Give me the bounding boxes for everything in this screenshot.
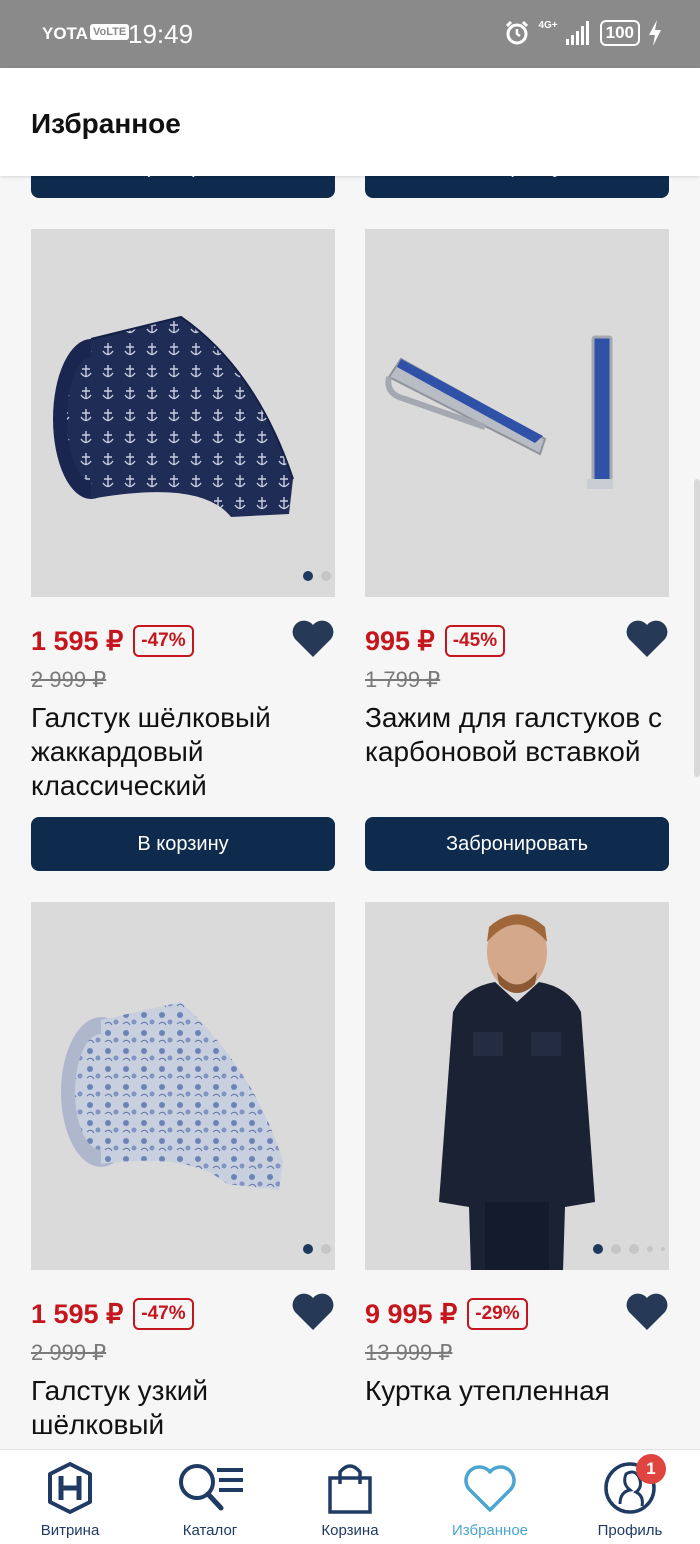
- old-price: 2 999 ₽: [31, 1340, 107, 1365]
- bottom-nav: Витрина Каталог Корзина Избранное 1 Проф…: [0, 1449, 700, 1544]
- product-card[interactable]: 9 995 ₽ -29% 13 999 ₽ Куртка утепленная: [365, 902, 669, 1406]
- nav-item-vitrina[interactable]: Витрина: [0, 1450, 140, 1544]
- discount-badge: -47%: [133, 625, 194, 657]
- add-to-cart-button[interactable]: В корзину: [365, 176, 669, 198]
- floral-tie-image: [61, 1002, 283, 1190]
- favorite-heart-icon[interactable]: [291, 1292, 335, 1332]
- product-image[interactable]: [365, 902, 669, 1270]
- price: 9 995 ₽: [365, 1298, 458, 1329]
- favorite-heart-icon[interactable]: [625, 1292, 669, 1332]
- logo-h-icon: [48, 1462, 92, 1514]
- product-title[interactable]: Галстук шёлковый жаккардовый классически…: [31, 701, 331, 803]
- price: 995 ₽: [365, 625, 435, 656]
- old-price: 1 799 ₽: [365, 667, 441, 692]
- nav-label: Избранное: [451, 1522, 529, 1539]
- pager-dot[interactable]: [629, 1244, 639, 1254]
- old-price: 13 999 ₽: [365, 1340, 453, 1365]
- image-pager[interactable]: [593, 1244, 665, 1254]
- signal-icon: [565, 21, 589, 45]
- nav-item-favorites[interactable]: Избранное: [420, 1450, 560, 1544]
- product-card[interactable]: 1 595 ₽ -47% 2 999 ₽ Галстук шёлковый жа…: [31, 229, 335, 871]
- discount-badge: -45%: [444, 625, 506, 657]
- network-type: 4G+: [538, 19, 558, 31]
- image-pager[interactable]: [303, 1244, 331, 1254]
- product-title[interactable]: Галстук узкий шёлковый: [31, 1374, 331, 1442]
- product-image[interactable]: [31, 902, 335, 1270]
- pager-dot[interactable]: [647, 1246, 653, 1252]
- nav-label: Каталог: [182, 1522, 238, 1539]
- battery-indicator: 100: [599, 20, 640, 46]
- image-pager[interactable]: [303, 571, 331, 581]
- favorites-list[interactable]: Забронировать В корзину: [0, 176, 700, 1449]
- heart-icon: [464, 1465, 516, 1512]
- pager-dot[interactable]: [661, 1247, 665, 1251]
- carrier-label: YOTA: [42, 24, 88, 43]
- status-icons: 4G+ 100: [504, 20, 662, 46]
- nav-item-cart[interactable]: Корзина: [280, 1450, 420, 1544]
- clock: 19:49: [128, 19, 194, 49]
- pager-dot[interactable]: [321, 571, 331, 581]
- charging-icon: [649, 20, 661, 46]
- price: 1 595 ₽: [31, 1298, 124, 1329]
- discount-badge: -29%: [467, 1298, 528, 1330]
- old-price: 2 999 ₽: [31, 667, 107, 692]
- nav-label: Корзина: [321, 1522, 379, 1539]
- add-to-cart-button[interactable]: В корзину: [31, 817, 335, 871]
- alarm-icon: [506, 20, 529, 45]
- reserve-button[interactable]: Забронировать: [365, 817, 669, 871]
- price-row: 9 995 ₽ -29%: [365, 1298, 528, 1330]
- product-image[interactable]: [31, 229, 335, 597]
- scrollbar[interactable]: [694, 479, 700, 777]
- catalog-search-icon: [179, 1464, 243, 1511]
- product-title[interactable]: Зажим для галстуков с карбоновой вставко…: [365, 701, 665, 769]
- status-bar: YOTA VoLTE 19:49 4G+ 100: [0, 0, 700, 68]
- page-header: Избранное: [0, 68, 700, 176]
- favorite-heart-icon[interactable]: [291, 619, 335, 659]
- price: 1 595 ₽: [31, 625, 124, 656]
- pager-dot[interactable]: [593, 1244, 603, 1254]
- navy-anchor-tie-image: [53, 315, 294, 517]
- price-row: 995 ₽ -45%: [365, 625, 506, 657]
- nav-item-catalog[interactable]: Каталог: [140, 1450, 280, 1544]
- price-row: 1 595 ₽ -47%: [31, 625, 194, 657]
- page-title: Избранное: [31, 108, 181, 139]
- nav-label: Профиль: [597, 1522, 663, 1539]
- nav-item-profile[interactable]: 1 Профиль: [560, 1450, 700, 1544]
- pager-dot[interactable]: [303, 571, 313, 581]
- discount-badge: -47%: [133, 1298, 194, 1330]
- notification-badge: 1: [636, 1454, 666, 1484]
- volte-badge: VoLTE: [90, 24, 130, 40]
- nav-label: Витрина: [40, 1522, 100, 1539]
- pager-dot[interactable]: [303, 1244, 313, 1254]
- favorite-heart-icon[interactable]: [625, 619, 669, 659]
- product-card[interactable]: 1 595 ₽ -47% 2 999 ₽ Галстук узкий шёлко…: [31, 902, 335, 1440]
- pager-dot[interactable]: [321, 1244, 331, 1254]
- jacket-model-image: [439, 914, 595, 1270]
- tie-clip-image: [385, 335, 613, 489]
- product-card[interactable]: 995 ₽ -45% 1 799 ₽ Зажим для галстуков с…: [365, 229, 669, 871]
- reserve-button[interactable]: Забронировать: [31, 176, 335, 198]
- product-title[interactable]: Куртка утепленная: [365, 1374, 665, 1408]
- price-row: 1 595 ₽ -47%: [31, 1298, 194, 1330]
- pager-dot[interactable]: [611, 1244, 621, 1254]
- product-image[interactable]: [365, 229, 669, 597]
- bag-icon: [328, 1464, 372, 1514]
